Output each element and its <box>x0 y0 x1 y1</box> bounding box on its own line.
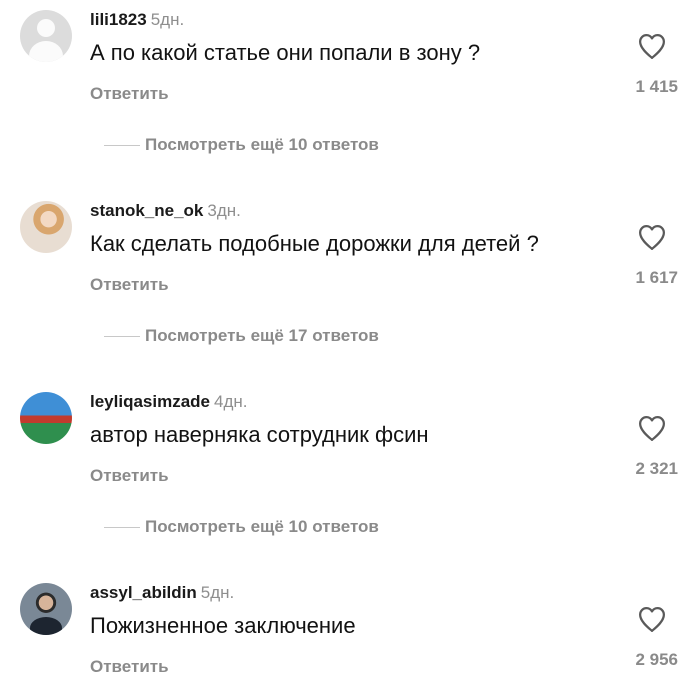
avatar[interactable] <box>20 201 72 253</box>
comment-meta: stanok_ne_ok 3дн. <box>90 201 241 221</box>
comment-age: 5дн. <box>200 583 235 602</box>
comment-text: Пожизненное заключение <box>90 613 356 638</box>
reply-button[interactable]: Ответить <box>90 84 169 104</box>
username[interactable]: assyl_abildin <box>90 583 197 602</box>
comment-text: А по какой статье они попали в зону ? <box>90 40 481 65</box>
heart-icon[interactable] <box>637 223 667 251</box>
like-count: 1 617 <box>635 268 678 287</box>
view-more-replies-label: Посмотреть ещё 17 ответов <box>145 326 379 345</box>
comment-meta: assyl_abildin 5дн. <box>90 583 234 603</box>
like-count: 2 956 <box>635 650 678 669</box>
username[interactable]: stanok_ne_ok <box>90 201 203 220</box>
heart-icon[interactable] <box>637 32 667 60</box>
comment-text: автор наверняка сотрудник фсин <box>90 422 429 447</box>
reply-button[interactable]: Ответить <box>90 466 169 486</box>
view-more-replies-label: Посмотреть ещё 10 ответов <box>145 517 379 536</box>
like-count: 2 321 <box>635 459 678 478</box>
like-count: 1 415 <box>635 77 678 96</box>
divider-line <box>104 336 140 337</box>
avatar[interactable] <box>20 392 72 444</box>
divider-line <box>104 527 140 528</box>
comment-text: Как сделать подобные дорожки для детей ? <box>90 231 539 256</box>
comment-age: 3дн. <box>207 201 241 220</box>
comment-meta: lili1823 5дн. <box>90 10 184 30</box>
username[interactable]: leyliqasimzade <box>90 392 210 411</box>
avatar[interactable] <box>20 583 72 635</box>
heart-icon[interactable] <box>637 605 667 633</box>
comment-meta: leyliqasimzade 4дн. <box>90 392 248 412</box>
view-more-replies-button[interactable]: Посмотреть ещё 17 ответов <box>90 324 450 348</box>
reply-button[interactable]: Ответить <box>90 657 169 677</box>
view-more-replies-button[interactable]: Посмотреть ещё 10 ответов <box>90 515 450 539</box>
comment-age: 4дн. <box>214 392 248 411</box>
comment-age: 5дн. <box>150 10 185 29</box>
view-more-replies-label: Посмотреть ещё 10 ответов <box>145 135 379 154</box>
heart-icon[interactable] <box>637 414 667 442</box>
divider-line <box>104 145 140 146</box>
view-more-replies-button[interactable]: Посмотреть ещё 10 ответов <box>90 133 450 157</box>
reply-button[interactable]: Ответить <box>90 275 169 295</box>
default-avatar-icon[interactable] <box>20 10 72 62</box>
username[interactable]: lili1823 <box>90 10 147 29</box>
